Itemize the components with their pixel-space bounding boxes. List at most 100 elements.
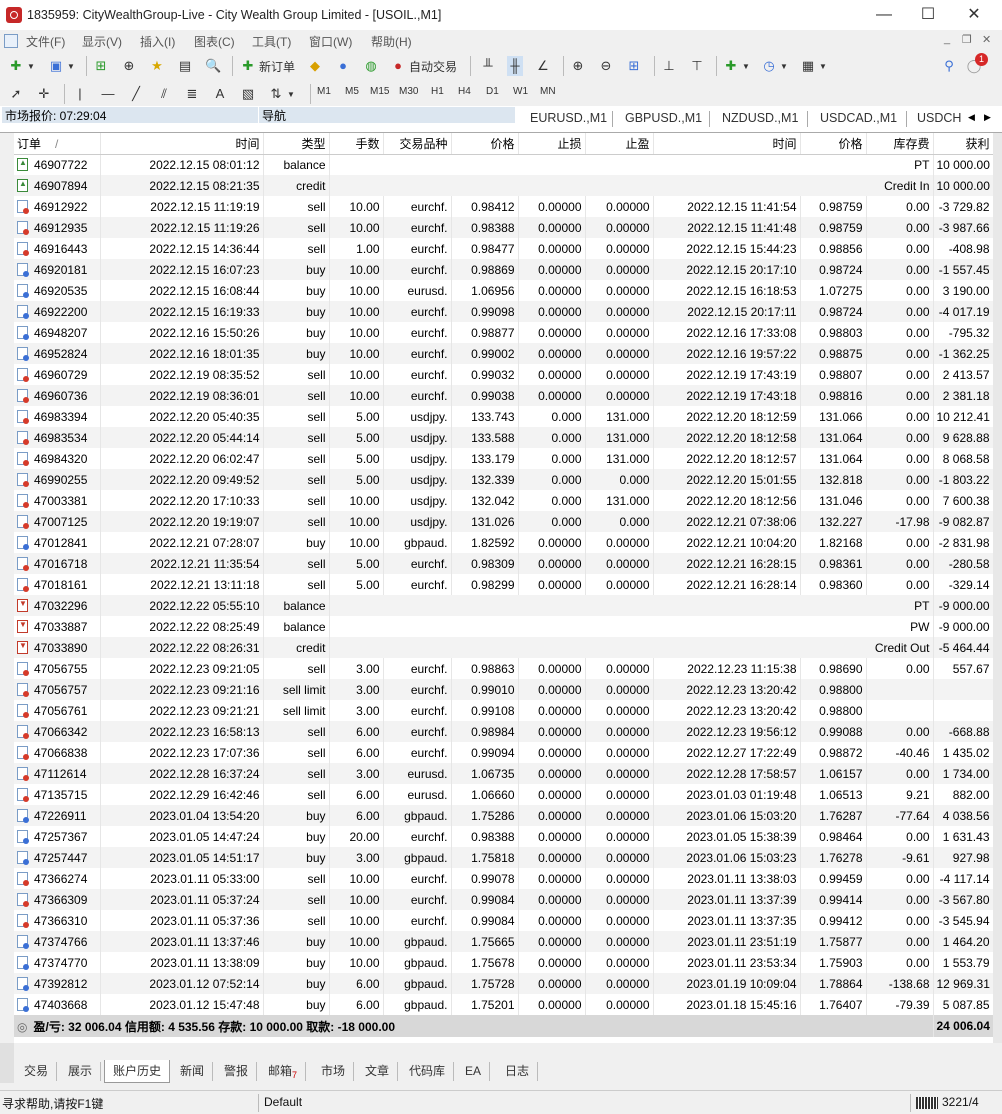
- tab-mailbox[interactable]: 邮箱7: [260, 1062, 307, 1081]
- column-sl[interactable]: 止损: [518, 133, 586, 155]
- menu-window[interactable]: 窗口(W): [309, 33, 352, 50]
- tab-articles[interactable]: 文章: [357, 1062, 399, 1081]
- table-row[interactable]: 46912922 2022.12.15 11:19:19 sell 10.00 eurc…: [14, 196, 993, 217]
- data-window-button[interactable]: ⊕: [121, 56, 137, 76]
- table-row[interactable]: 46920535 2022.12.15 16:08:44 buy 10.00 eurus…: [14, 280, 993, 301]
- tab-nzdusd-m1[interactable]: NZDUSD.,M1: [722, 111, 798, 125]
- menu-help[interactable]: 帮助(H): [371, 33, 412, 50]
- navigator-button[interactable]: ★: [149, 56, 165, 76]
- periods-button[interactable]: ◷ ▼: [761, 56, 788, 76]
- table-row[interactable]: 47392812 2023.01.12 07:52:14 buy 6.00 gbpaud…: [14, 973, 993, 994]
- timeframe-mn[interactable]: MN: [540, 86, 556, 97]
- text-tool[interactable]: A: [212, 84, 228, 104]
- signals-button[interactable]: ●: [335, 56, 351, 76]
- crosshair-tool[interactable]: ✛: [36, 84, 52, 104]
- navigator-panel-title[interactable]: 导航: [259, 107, 515, 123]
- text-label-tool[interactable]: ▧: [240, 84, 256, 104]
- column-price[interactable]: 价格: [451, 133, 519, 155]
- column-lots[interactable]: 手数: [329, 133, 384, 155]
- table-row[interactable]: 470322962022.12.22 05:55:10balancePT-9 0…: [14, 595, 993, 616]
- timeframe-m1[interactable]: M1: [317, 86, 331, 97]
- tab-experts[interactable]: EA: [457, 1062, 491, 1081]
- horizontal-line-tool[interactable]: —: [100, 84, 116, 104]
- timeframe-w1[interactable]: W1: [513, 86, 528, 97]
- table-row[interactable]: 470338902022.12.22 08:26:31creditCredit …: [14, 637, 993, 658]
- table-row[interactable]: 47007125 2022.12.20 19:19:07 sell 10.00 usdj…: [14, 511, 993, 532]
- menu-charts[interactable]: 图表(C): [194, 33, 235, 50]
- minimize-button[interactable]: —: [864, 4, 904, 26]
- table-row[interactable]: 46983394 2022.12.20 05:40:35 sell 5.00 usdjp…: [14, 406, 993, 427]
- new-order-button[interactable]: ✚ 新订单: [240, 56, 295, 76]
- table-row[interactable]: 47012841 2022.12.21 07:28:07 buy 10.00 gbpau…: [14, 532, 993, 553]
- new-chart-button[interactable]: ✚ ▼: [8, 56, 35, 76]
- table-row[interactable]: 47066342 2022.12.23 16:58:13 sell 6.00 eurch…: [14, 721, 993, 742]
- column-profit[interactable]: 获利: [933, 133, 993, 155]
- column-order[interactable]: 订单 /: [14, 133, 101, 155]
- tab-scroll-right-icon[interactable]: ▶: [984, 112, 991, 123]
- line-chart-button[interactable]: ∠: [535, 56, 551, 76]
- autoscroll-button[interactable]: ⊤: [689, 56, 705, 76]
- timeframe-m30[interactable]: M30: [399, 86, 418, 97]
- column-swap[interactable]: 库存费: [866, 133, 934, 155]
- cursor-tool[interactable]: ➚: [8, 84, 24, 104]
- tab-scroll-left-icon[interactable]: ◀: [968, 112, 975, 123]
- vertical-line-tool[interactable]: |: [72, 84, 88, 104]
- timeframe-h4[interactable]: H4: [458, 86, 471, 97]
- table-row[interactable]: 47257447 2023.01.05 14:51:17 buy 3.00 gbpaud…: [14, 847, 993, 868]
- templates-button[interactable]: ▦ ▼: [800, 56, 827, 76]
- market-watch-panel-title[interactable]: 市场报价: 07:29:04: [2, 107, 258, 123]
- tile-windows-button[interactable]: ⊞: [626, 56, 642, 76]
- close-button[interactable]: ✕: [954, 4, 994, 26]
- menu-tools[interactable]: 工具(T): [252, 33, 291, 50]
- mdi-restore-button[interactable]: ❐: [962, 33, 972, 46]
- table-row[interactable]: 47135715 2022.12.29 16:42:46 sell 6.00 eurus…: [14, 784, 993, 805]
- channel-tool[interactable]: ⫽: [156, 84, 172, 104]
- timeframe-m5[interactable]: M5: [345, 86, 359, 97]
- zoom-out-button[interactable]: ⊖: [598, 56, 614, 76]
- column-symbol[interactable]: 交易品种: [383, 133, 452, 155]
- tab-usdcad-m1[interactable]: USDCAD.,M1: [820, 111, 897, 125]
- tab-exposure[interactable]: 展示: [60, 1062, 102, 1081]
- tab-usdchf-m1[interactable]: USDCH: [917, 111, 961, 125]
- table-row[interactable]: 46983534 2022.12.20 05:44:14 sell 5.00 usdjp…: [14, 427, 993, 448]
- web-button[interactable]: ◍: [363, 56, 379, 76]
- table-row[interactable]: 47403668 2023.01.12 15:47:48 buy 6.00 gbpaud…: [14, 994, 993, 1015]
- table-row[interactable]: 47018161 2022.12.21 13:11:18 sell 5.00 eurch…: [14, 574, 993, 595]
- table-row[interactable]: 46920181 2022.12.15 16:07:23 buy 10.00 eurch…: [14, 259, 993, 280]
- table-row[interactable]: 47056761 2022.12.23 09:21:21 sell limit 3.0…: [14, 700, 993, 721]
- table-row[interactable]: 47066838 2022.12.23 17:07:36 sell 6.00 eurch…: [14, 742, 993, 763]
- market-watch-button[interactable]: ⊞: [93, 56, 109, 76]
- fibonacci-tool[interactable]: ≣: [184, 84, 200, 104]
- column-tp[interactable]: 止盈: [585, 133, 654, 155]
- tab-code-base[interactable]: 代码库: [401, 1062, 455, 1081]
- tab-journal[interactable]: 日志: [497, 1062, 539, 1081]
- tab-alerts[interactable]: 警报: [216, 1062, 258, 1081]
- table-row[interactable]: 47226911 2023.01.04 13:54:20 buy 6.00 gbpaud…: [14, 805, 993, 826]
- vertical-scrollbar[interactable]: [993, 133, 1002, 1043]
- table-row[interactable]: 46912935 2022.12.15 11:19:26 sell 10.00 eurc…: [14, 217, 993, 238]
- table-row[interactable]: 47112614 2022.12.28 16:37:24 sell 3.00 eurus…: [14, 763, 993, 784]
- table-row[interactable]: 47257367 2023.01.05 14:47:24 buy 20.00 eurch…: [14, 826, 993, 847]
- column-close-time[interactable]: 时间: [653, 133, 801, 155]
- table-row[interactable]: 469078942022.12.15 08:21:35creditCredit …: [14, 175, 993, 196]
- tab-market[interactable]: 市场: [313, 1062, 355, 1081]
- arrows-tool[interactable]: ⇅ ▼: [268, 84, 295, 104]
- strategy-tester-button[interactable]: 🔍: [205, 56, 221, 76]
- meta-editor-button[interactable]: ◆: [307, 56, 323, 76]
- tab-gbpusd-m1[interactable]: GBPUSD.,M1: [625, 111, 702, 125]
- table-row[interactable]: 46922200 2022.12.15 16:19:33 buy 10.00 eurch…: [14, 301, 993, 322]
- timeframe-h1[interactable]: H1: [431, 86, 444, 97]
- table-row[interactable]: 46984320 2022.12.20 06:02:47 sell 5.00 usdjp…: [14, 448, 993, 469]
- table-row[interactable]: 46960729 2022.12.19 08:35:52 sell 10.00 eurc…: [14, 364, 993, 385]
- table-row[interactable]: 47366274 2023.01.11 05:33:00 sell 10.00 eurc…: [14, 868, 993, 889]
- notifications-button[interactable]: ◯ 1: [966, 53, 988, 76]
- table-row[interactable]: 470338872022.12.22 08:25:49balancePW-9 0…: [14, 616, 993, 637]
- table-row[interactable]: 47374770 2023.01.11 13:38:09 buy 10.00 gbpau…: [14, 952, 993, 973]
- menu-insert[interactable]: 插入(I): [140, 33, 175, 50]
- table-row[interactable]: 47016718 2022.12.21 11:35:54 sell 5.00 eurch…: [14, 553, 993, 574]
- table-row[interactable]: 46990255 2022.12.20 09:49:52 sell 5.00 usdjp…: [14, 469, 993, 490]
- column-time[interactable]: 时间: [100, 133, 264, 155]
- zoom-in-button[interactable]: ⊕: [570, 56, 586, 76]
- column-close-price[interactable]: 价格: [800, 133, 867, 155]
- table-row[interactable]: 46948207 2022.12.16 15:50:26 buy 10.00 eurch…: [14, 322, 993, 343]
